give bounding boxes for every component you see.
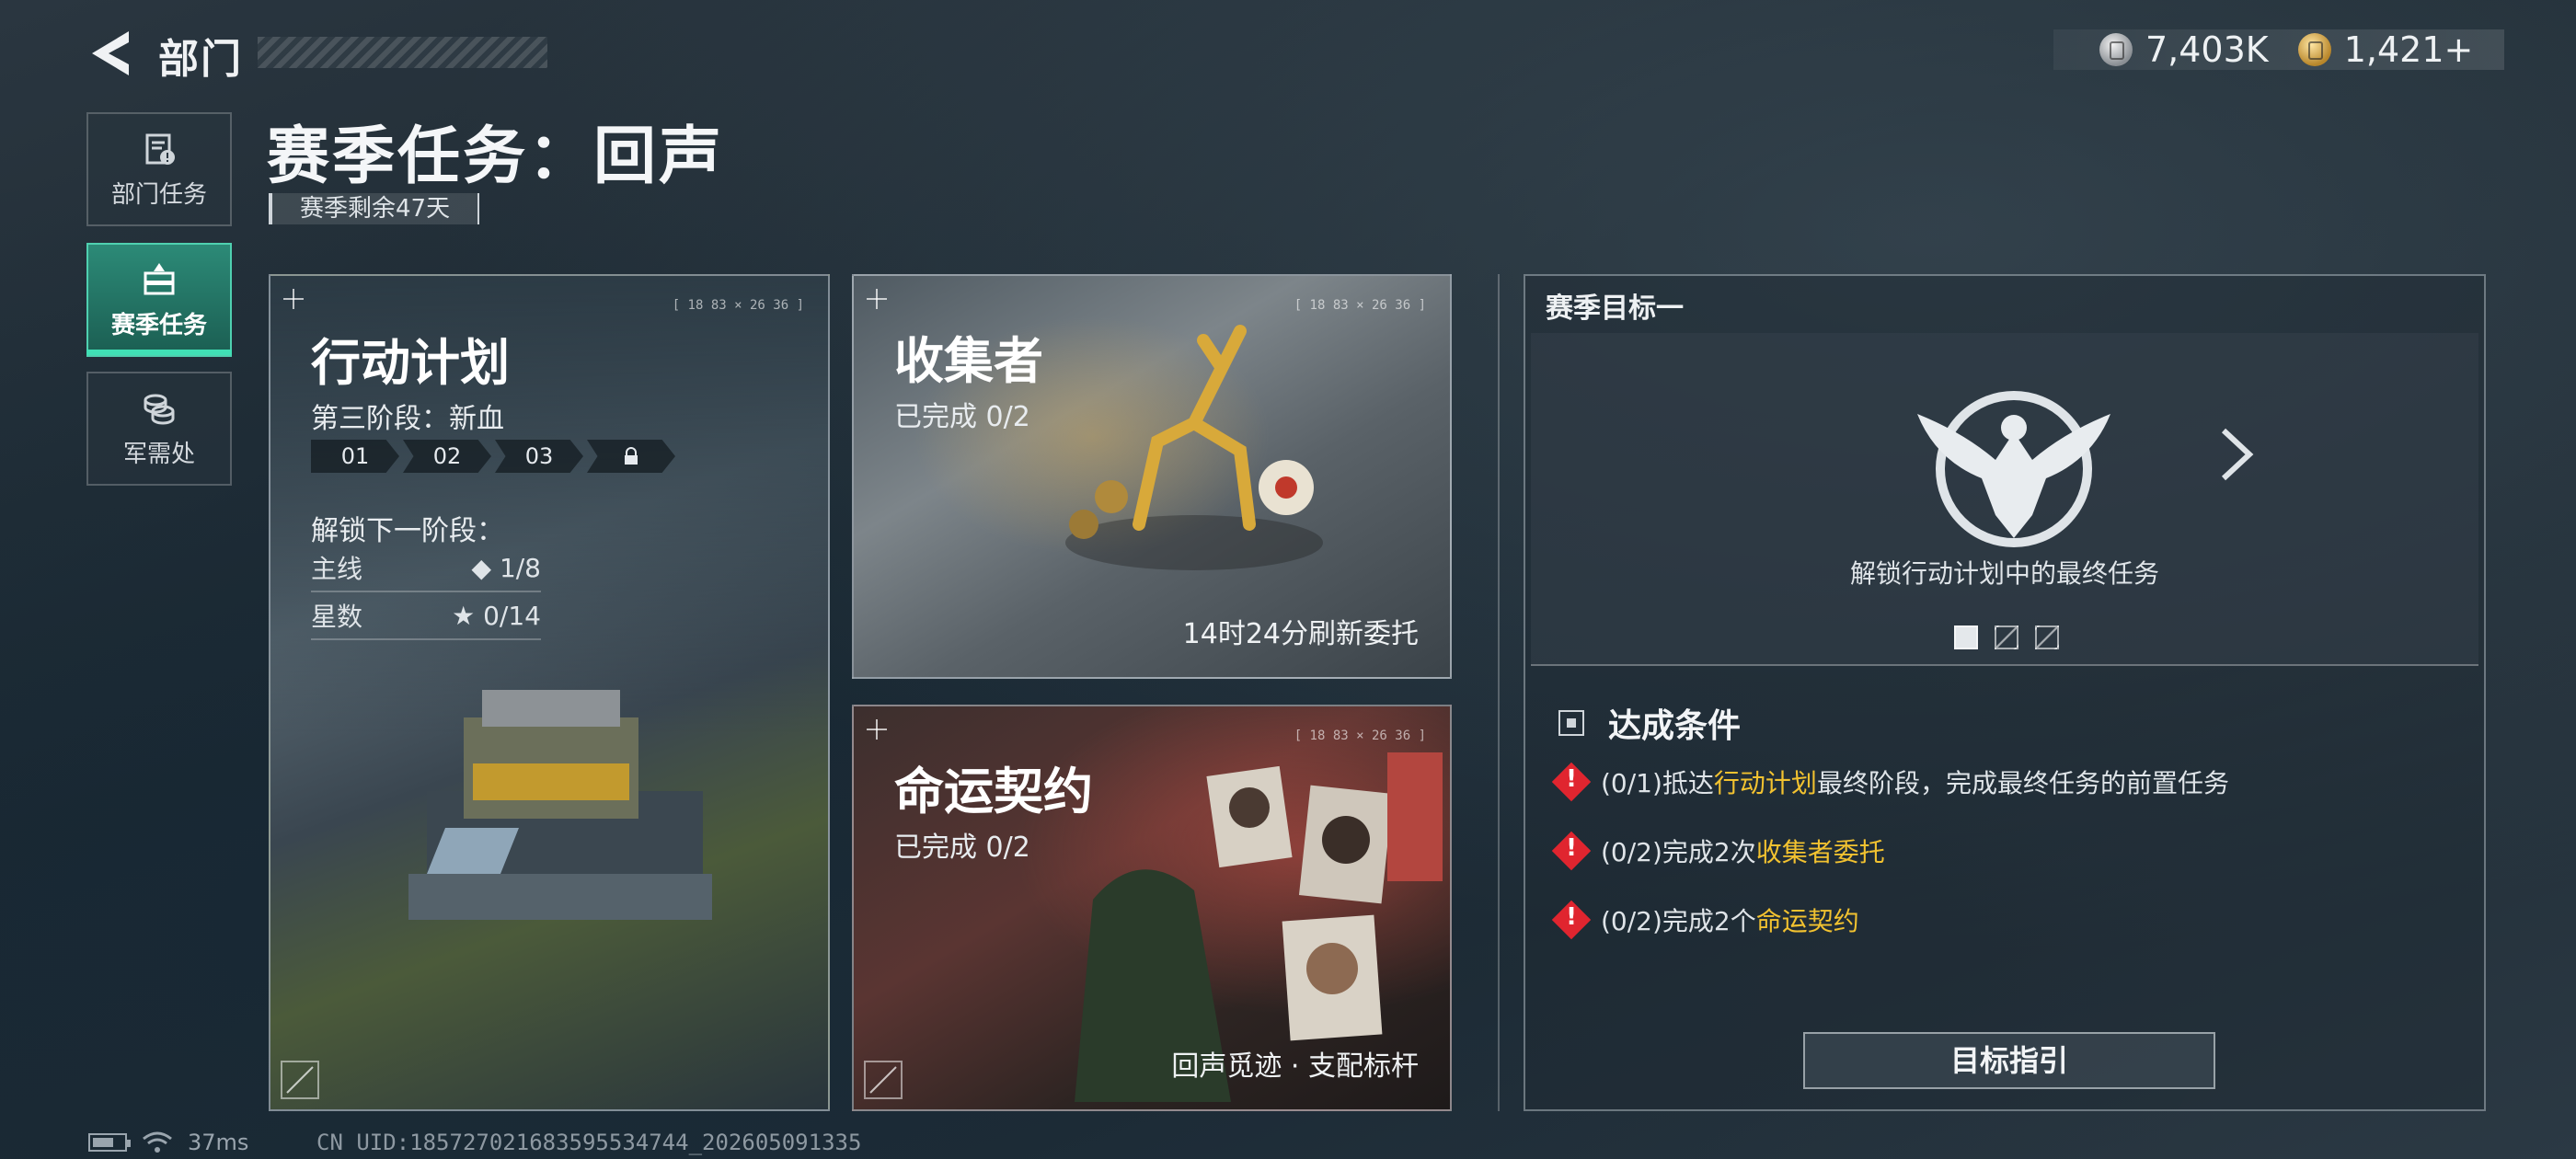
main-line-value: 1/8	[499, 552, 541, 583]
main-line-label: 主线	[311, 554, 363, 584]
ping-value: 37ms	[188, 1130, 249, 1155]
season-goal-panel: 赛季目标一 解锁行动计划中的最终任务 达成条件 ! (0/1)抵达行动计划最终阶…	[1524, 274, 2486, 1111]
page-dot-2[interactable]	[1995, 625, 2018, 649]
nav-active-indicator	[86, 350, 232, 355]
lock-icon	[625, 447, 638, 465]
stage-02: 02	[403, 440, 491, 473]
nav-item-department-mission[interactable]: 部门任务	[86, 112, 232, 226]
collector-refresh-timer: 14时24分刷新委托	[1182, 618, 1419, 650]
page-dot-3[interactable]	[2035, 625, 2059, 649]
back-arrow-icon	[92, 31, 129, 75]
fate-contract-card[interactable]: [ 18 83 × 26 36 ] 命运契约 已完成 0/2 回声觅迹 · 支配…	[852, 705, 1452, 1111]
next-goal-arrow[interactable]	[2216, 425, 2257, 484]
condition-item: ! (0/2)完成2个命运契约	[1553, 901, 1859, 938]
silver-coin-icon	[2099, 33, 2133, 66]
nav-item-label: 赛季任务	[110, 311, 207, 339]
goal-guide-button[interactable]: 目标指引	[1803, 1032, 2215, 1089]
nav-item-season-mission[interactable]: 赛季任务	[86, 243, 232, 357]
collector-progress: 已完成 0/2	[894, 401, 1030, 433]
operation-plan-title: 行动计划	[311, 334, 510, 392]
page-dot-1[interactable]	[1954, 625, 1978, 649]
conditions-bullet-icon	[1558, 710, 1584, 736]
fate-contract-subtitle: 回声觅迹 · 支配标杆	[1171, 1050, 1419, 1083]
condition-suffix: 最终阶段，完成最终任务的前置任务	[1816, 768, 2229, 798]
warning-icon: !	[1553, 763, 1590, 800]
crosshair-icon	[867, 719, 887, 740]
condition-item: ! (0/1)抵达行动计划最终阶段，完成最终任务的前置任务	[1553, 763, 2229, 800]
condition-prefix: (0/1)抵达	[1601, 768, 1714, 798]
wifi-icon	[143, 1131, 172, 1153]
crosshair-icon	[867, 289, 887, 309]
unlock-next-stage-label: 解锁下一阶段：	[311, 515, 504, 547]
operation-plan-stage: 第三阶段：新血	[311, 403, 504, 435]
user-uid: CN UID:1857270216835955347​44_2026050913…	[316, 1130, 862, 1155]
season-goal-title: 赛季目标一	[1546, 293, 1684, 325]
stars-value: 0/14	[483, 600, 541, 631]
stars-label: 星数	[311, 602, 363, 632]
condition-prefix: (0/2)完成2次	[1601, 837, 1756, 867]
star-icon: ★	[452, 600, 476, 631]
condition-highlight: 收集者委托	[1755, 837, 1885, 867]
card-corner-code: [ 18 83 × 26 36 ]	[672, 298, 804, 313]
header-title: 部门	[158, 36, 243, 83]
header-stripe	[258, 37, 547, 68]
currency-bar: 7,403K 1,421+	[2053, 29, 2504, 70]
crosshair-icon	[283, 289, 304, 309]
fate-contract-title: 命运契约	[894, 763, 1093, 820]
season-goal-description: 解锁行动计划中的最终任务	[1849, 558, 2159, 589]
condition-highlight: 行动计划	[1713, 768, 1817, 798]
supply-coins-icon	[144, 394, 175, 424]
stage-locked	[587, 440, 675, 473]
stage-03: 03	[495, 440, 583, 473]
eagle-emblem-icon	[1917, 391, 2110, 547]
condition-item: ! (0/2)完成2次收集者委托	[1553, 832, 1885, 869]
diamond-icon: ◆	[471, 552, 492, 583]
season-remaining-badge: 赛季剩余47天	[269, 193, 480, 224]
department-mission-icon	[145, 133, 175, 165]
conditions-title: 达成条件	[1608, 707, 1742, 745]
condition-highlight: 命运契约	[1755, 906, 1859, 936]
main-line-stat: 主线 ◆ 1/8	[311, 545, 541, 592]
base-building-illustration	[408, 690, 712, 920]
fate-contract-progress: 已完成 0/2	[894, 832, 1030, 864]
gold-coin-icon	[2297, 33, 2331, 66]
season-mission-icon	[144, 262, 175, 294]
nav-item-label: 军需处	[122, 440, 195, 468]
back-button[interactable]	[88, 28, 134, 79]
status-bar: 37ms	[88, 1130, 248, 1155]
expand-corner-icon	[864, 1061, 903, 1099]
goal-pagination	[1954, 625, 2059, 649]
silver-currency-value: 7,403K	[2145, 29, 2269, 70]
condition-prefix: (0/2)完成2个	[1601, 906, 1756, 936]
operation-plan-card[interactable]: [ 18 83 × 26 36 ] 行动计划 第三阶段：新血 01 02 03 …	[269, 274, 830, 1111]
season-goal-showcase: 解锁行动计划中的最终任务	[1531, 333, 2478, 666]
expand-corner-icon	[281, 1061, 319, 1099]
battery-icon	[88, 1133, 131, 1152]
warning-icon: !	[1553, 901, 1590, 938]
card-corner-code: [ 18 83 × 26 36 ]	[1294, 298, 1426, 313]
gold-currency-value: 1,421+	[2343, 29, 2474, 70]
stars-stat: 星数 ★ 0/14	[311, 592, 541, 640]
collector-title: 收集者	[894, 332, 1043, 390]
nav-item-supply[interactable]: 军需处	[86, 372, 232, 486]
warning-icon: !	[1553, 832, 1590, 869]
stage-progress-bar: 01 02 03	[311, 440, 675, 473]
golden-deer-illustration	[1065, 325, 1323, 570]
collector-card[interactable]: [ 18 83 × 26 36 ] 收集者 已完成 0/2 14时24分刷新委托	[852, 274, 1452, 679]
stage-01: 01	[311, 440, 399, 473]
nav-item-label: 部门任务	[110, 180, 207, 209]
page-title: 赛季任务：回声	[267, 120, 725, 193]
panel-divider	[1498, 274, 1500, 1111]
conditions-header: 达成条件	[1558, 699, 1741, 747]
